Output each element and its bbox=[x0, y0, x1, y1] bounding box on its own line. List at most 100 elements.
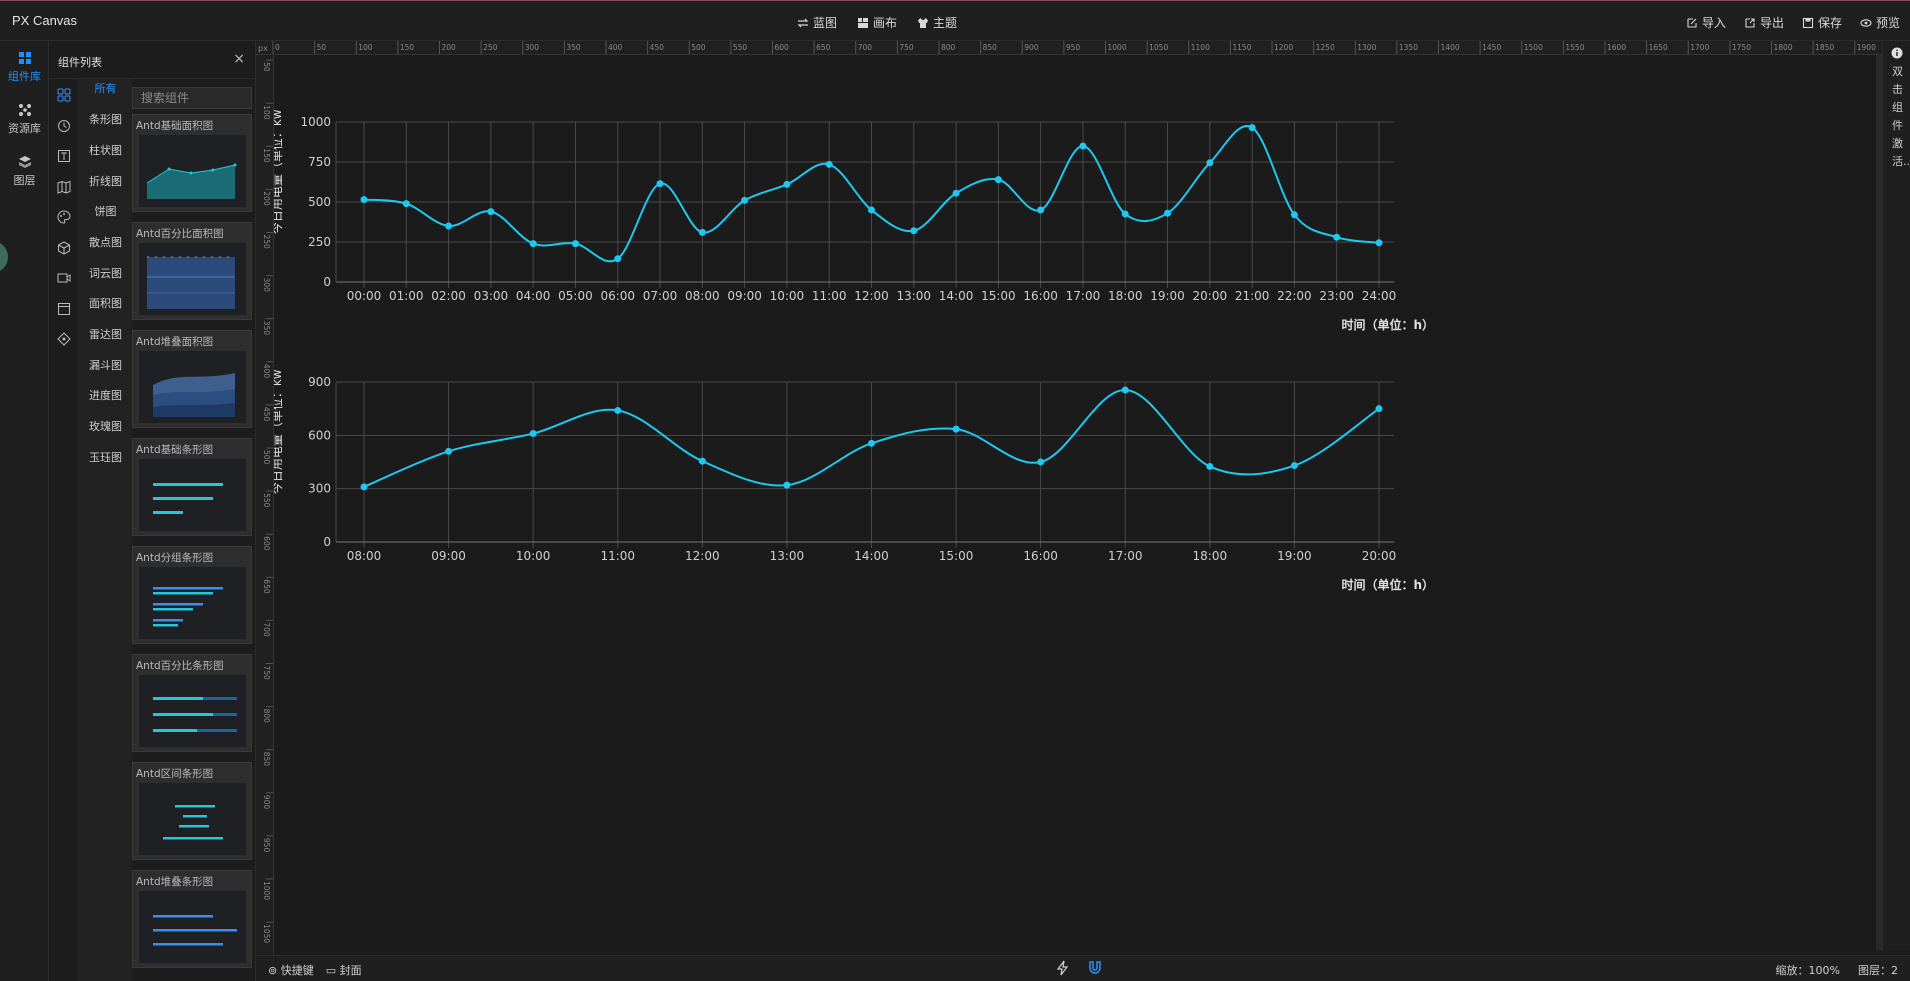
ruler-label: 300 bbox=[525, 43, 540, 52]
rail-item-components[interactable]: 组件库 bbox=[0, 51, 49, 84]
palette-icon[interactable] bbox=[57, 210, 71, 224]
shortcuts-button[interactable]: ⊚ 快捷键 bbox=[268, 962, 314, 978]
component-card[interactable]: Antd分组条形图 bbox=[132, 546, 252, 644]
apps-icon[interactable] bbox=[57, 88, 71, 102]
video-icon[interactable] bbox=[57, 271, 71, 285]
import-button[interactable]: 导入 bbox=[1686, 14, 1726, 31]
cover-label: 封面 bbox=[339, 964, 362, 977]
ruler-label: 200 bbox=[442, 43, 457, 52]
ruler-label: 1750 bbox=[1732, 43, 1751, 52]
data-point bbox=[783, 180, 791, 188]
component-card[interactable]: Antd百分比条形图 bbox=[132, 654, 252, 752]
export-button[interactable]: 导出 bbox=[1744, 14, 1784, 31]
ruler-label: 550 bbox=[733, 43, 748, 52]
x-tick-label: 12:00 bbox=[685, 549, 720, 563]
y-axis-title: 今日用电量（单位：kwh） bbox=[274, 110, 284, 234]
swap-icon bbox=[797, 18, 809, 27]
component-card[interactable]: Antd基础条形图 bbox=[132, 438, 252, 536]
data-point bbox=[529, 240, 537, 248]
zoom-level: 缩放：100% bbox=[1775, 964, 1840, 977]
ruler-label: 850 bbox=[983, 43, 998, 52]
ruler-label: 250 bbox=[262, 235, 271, 250]
component-card[interactable]: Antd堆叠条形图 bbox=[132, 870, 252, 968]
category-column-chart[interactable]: 柱状图 bbox=[79, 142, 132, 158]
data-point bbox=[1121, 210, 1129, 218]
horizontal-ruler: px 0 50 100 150 200 250 300 350 400 450 500 550 600 65… bbox=[256, 41, 1882, 55]
map-icon[interactable] bbox=[57, 180, 71, 194]
lightning-icon[interactable] bbox=[1056, 960, 1070, 976]
data-point bbox=[825, 160, 833, 168]
clock-icon[interactable] bbox=[57, 119, 71, 133]
ruler-label: 950 bbox=[262, 838, 271, 853]
category-bar[interactable]: 条形图 bbox=[79, 111, 132, 127]
text-icon[interactable] bbox=[57, 149, 71, 163]
x-tick-label: 15:00 bbox=[939, 549, 974, 563]
data-point bbox=[1037, 206, 1045, 214]
component-card[interactable]: Antd堆叠面积图 bbox=[132, 330, 252, 428]
grid-icon bbox=[18, 52, 31, 64]
category-radar[interactable]: 雷达图 bbox=[79, 326, 132, 342]
ruler-label: 850 bbox=[262, 752, 271, 767]
ruler-label: 550 bbox=[262, 493, 271, 508]
category-scatter[interactable]: 散点图 bbox=[79, 234, 132, 250]
window-icon[interactable] bbox=[57, 302, 71, 316]
cover-button[interactable]: ▭ 封面 bbox=[326, 962, 362, 978]
save-icon bbox=[1802, 17, 1814, 28]
category-rose[interactable]: 玫瑰图 bbox=[79, 418, 132, 434]
ruler-label: 700 bbox=[262, 622, 271, 637]
cube-icon[interactable] bbox=[57, 241, 71, 255]
preview-button[interactable]: 预览 bbox=[1860, 14, 1900, 31]
magnet-icon[interactable] bbox=[1088, 960, 1102, 976]
x-tick-label: 04:00 bbox=[516, 289, 551, 303]
card-title: Antd堆叠面积图 bbox=[136, 336, 214, 348]
close-icon[interactable]: × bbox=[233, 51, 245, 67]
app-title: PX Canvas bbox=[12, 13, 78, 28]
y-tick-label: 900 bbox=[308, 375, 331, 389]
line-chart-daily[interactable]: 0 250 500 750 1000 00:00 01:00 02:00 03:00 04:00 0… bbox=[274, 110, 1474, 345]
category-all[interactable]: 所有 bbox=[79, 80, 132, 96]
x-tick-label: 12:00 bbox=[854, 289, 889, 303]
x-tick-label: 13:00 bbox=[896, 289, 931, 303]
blueprint-button[interactable]: 蓝图 bbox=[797, 14, 837, 31]
data-point bbox=[1164, 209, 1172, 217]
rail-item-resources[interactable]: 资源库 bbox=[0, 103, 49, 136]
ruler-label: 1650 bbox=[1649, 43, 1668, 52]
category-progress[interactable]: 进度图 bbox=[79, 387, 132, 403]
ruler-label: 1050 bbox=[1149, 43, 1168, 52]
line-chart-daytime[interactable]: 0 300 600 900 08:00 09:00 10:00 11:00 12:00 13:00… bbox=[274, 370, 1474, 605]
rail-item-layers[interactable]: 图层 bbox=[0, 155, 49, 188]
x-tick-label: 07:00 bbox=[643, 289, 678, 303]
ruler-label: 1200 bbox=[1274, 43, 1293, 52]
info-icon bbox=[1891, 47, 1903, 59]
ruler-label: 0 bbox=[275, 43, 280, 52]
y-tick-label: 0 bbox=[323, 275, 331, 289]
x-tick-label: 09:00 bbox=[727, 289, 762, 303]
component-card[interactable]: Antd区间条形图 bbox=[132, 762, 252, 860]
collapse-handle[interactable] bbox=[0, 241, 8, 273]
theme-button[interactable]: 主题 bbox=[917, 14, 957, 31]
category-area[interactable]: 面积图 bbox=[79, 295, 132, 311]
save-button[interactable]: 保存 bbox=[1802, 14, 1842, 31]
card-thumbnail bbox=[139, 567, 246, 639]
card-thumbnail bbox=[139, 459, 246, 531]
save-label: 保存 bbox=[1817, 16, 1842, 30]
category-pie[interactable]: 饼图 bbox=[79, 203, 132, 219]
data-point bbox=[868, 439, 875, 447]
component-card[interactable]: Antd百分比面积图 bbox=[132, 222, 252, 320]
x-tick-label: 19:00 bbox=[1150, 289, 1185, 303]
card-thumbnail bbox=[139, 135, 246, 207]
design-canvas[interactable]: 0 250 500 750 1000 00:00 01:00 02:00 03:00 04:00 0… bbox=[274, 55, 1880, 950]
category-jade[interactable]: 玉珏图 bbox=[79, 449, 132, 465]
category-funnel[interactable]: 漏斗图 bbox=[79, 357, 132, 373]
component-card[interactable]: Antd基础面积图 bbox=[132, 114, 252, 212]
x-tick-label: 10:00 bbox=[770, 289, 805, 303]
category-line[interactable]: 折线图 bbox=[79, 173, 132, 189]
category-wordcloud[interactable]: 词云图 bbox=[79, 265, 132, 281]
panel-header: 组件列表 × bbox=[49, 41, 255, 79]
x-tick-label: 08:00 bbox=[685, 289, 720, 303]
canvas-button[interactable]: 画布 bbox=[857, 14, 897, 31]
search-input[interactable] bbox=[132, 87, 252, 109]
card-thumbnail bbox=[139, 351, 246, 423]
x-tick-label: 17:00 bbox=[1108, 549, 1143, 563]
diamond-icon[interactable] bbox=[57, 332, 71, 346]
